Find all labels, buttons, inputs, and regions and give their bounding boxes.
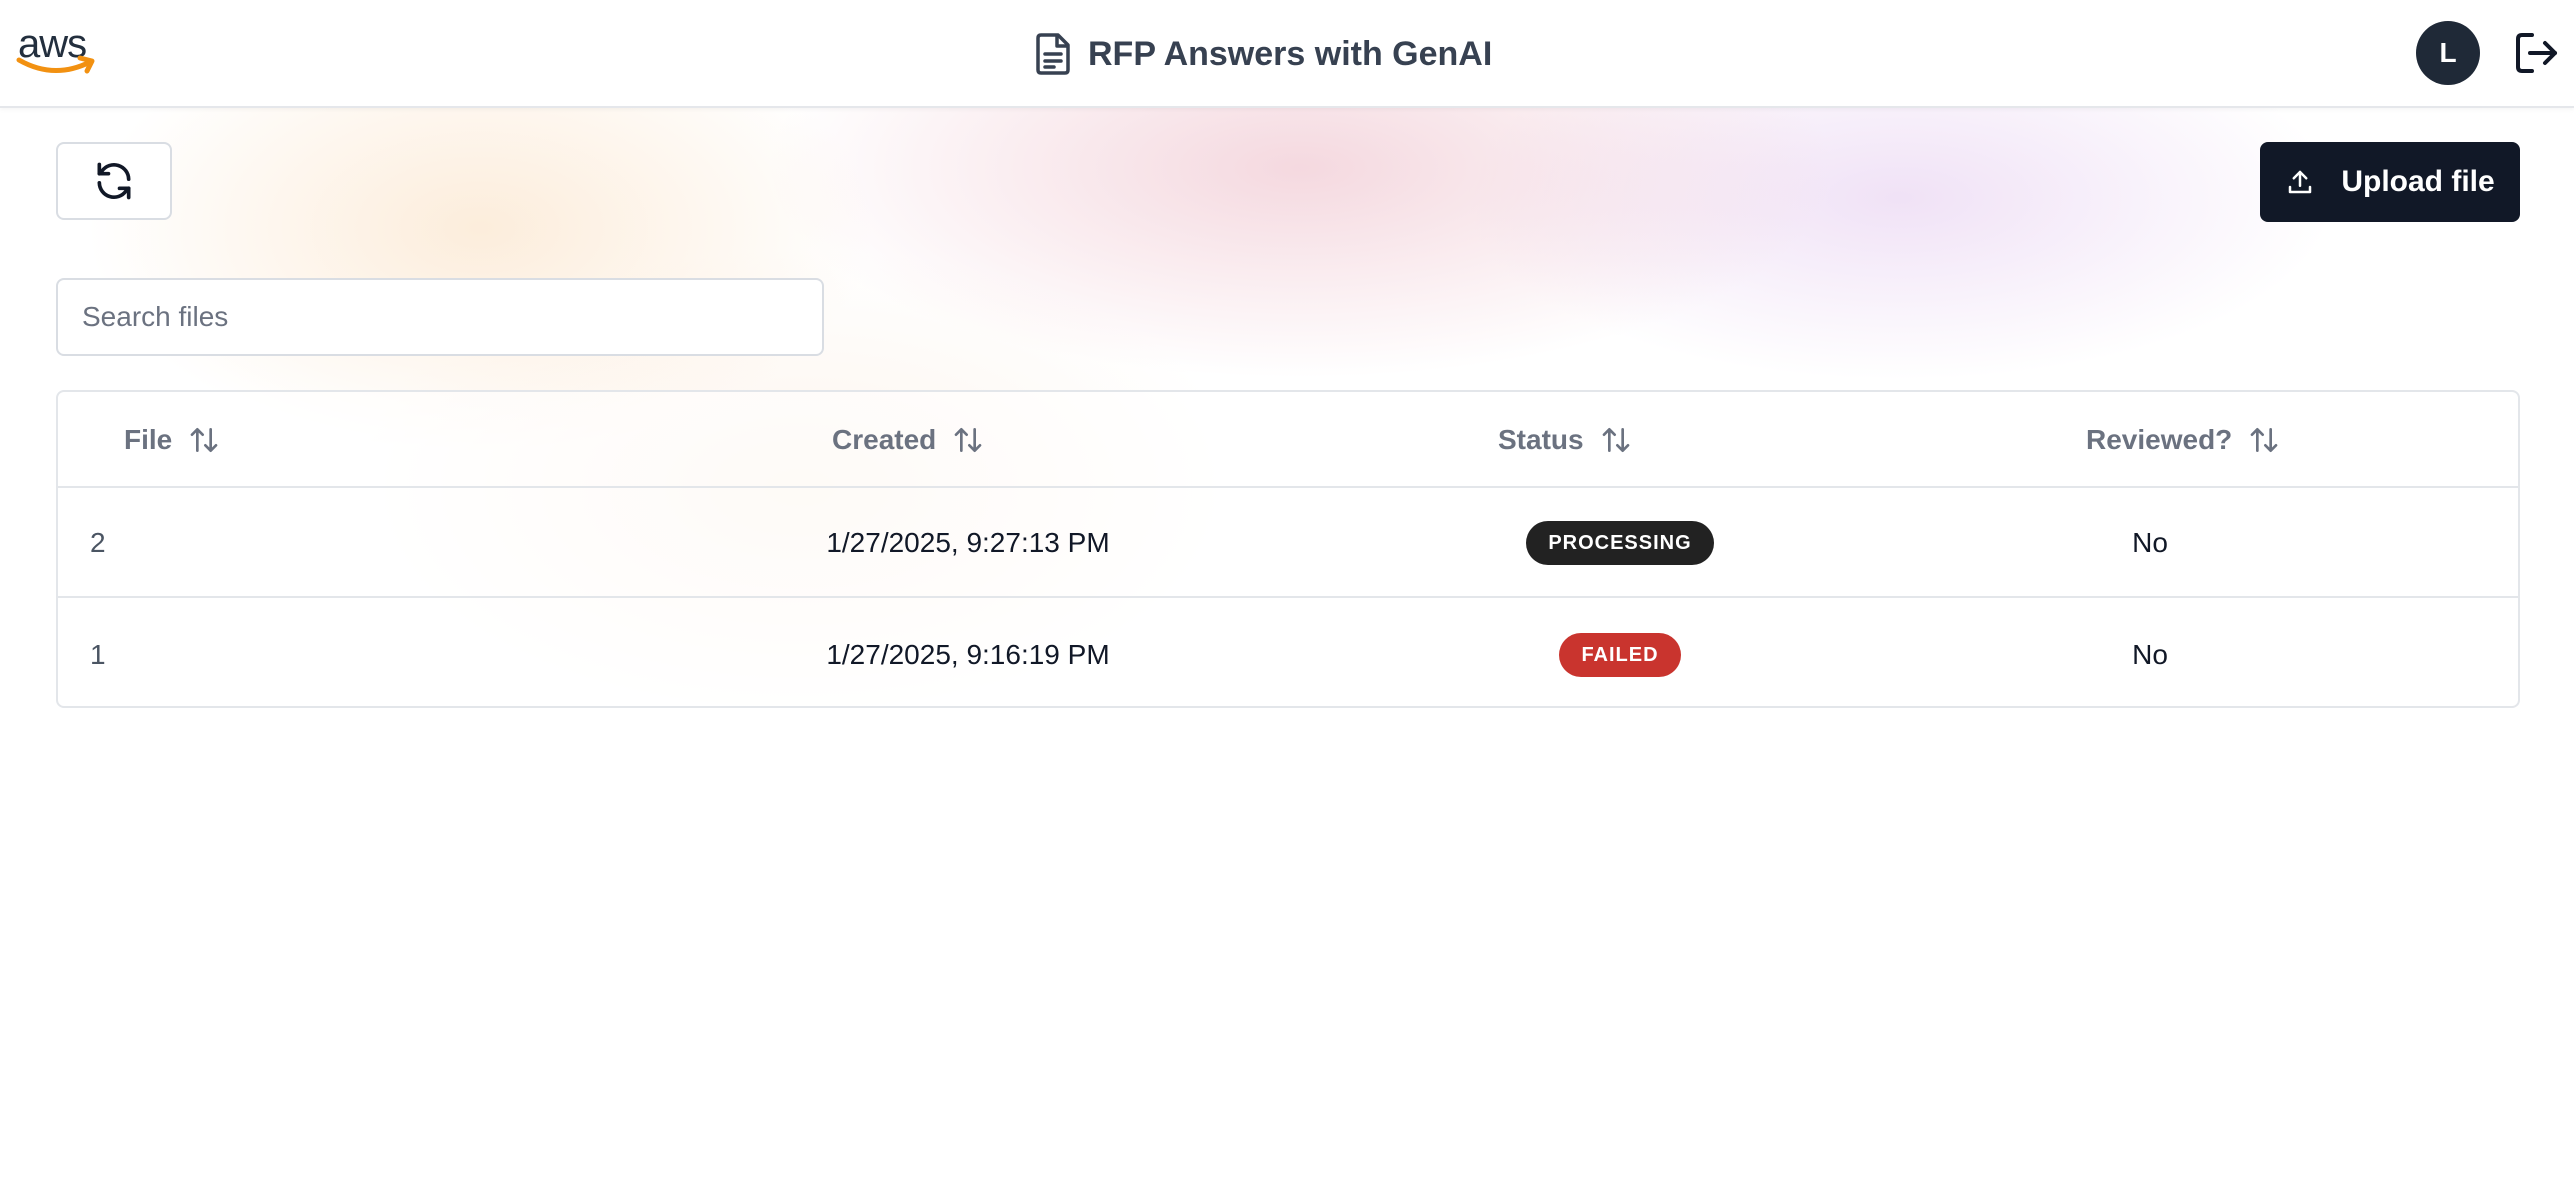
- page-title: RFP Answers with GenAI: [1088, 34, 1493, 73]
- aws-logo[interactable]: aws: [16, 20, 100, 80]
- status-badge: PROCESSING: [1526, 521, 1714, 565]
- search-files-input[interactable]: [56, 278, 824, 356]
- column-header-label: Created: [832, 424, 937, 455]
- status-badge: FAILED: [1559, 633, 1681, 677]
- files-table: File Created Status Reviewed? 2 1/27/202…: [56, 390, 2520, 708]
- status-cell: FAILED: [1350, 600, 1890, 706]
- created-cell: 1/27/2025, 9:27:13 PM: [826, 527, 1110, 558]
- aws-smile-icon: [16, 55, 95, 74]
- column-header-reviewed[interactable]: Reviewed?: [2086, 392, 2280, 488]
- app-header: aws RFP Answers with GenAI L: [0, 0, 2574, 108]
- file-cell[interactable]: 1: [90, 600, 106, 706]
- refresh-icon: [97, 162, 131, 200]
- table-header: File Created Status Reviewed?: [58, 392, 2518, 488]
- user-avatar[interactable]: L: [2416, 21, 2480, 85]
- status-cell: PROCESSING: [1350, 488, 1890, 598]
- document-icon: [1036, 33, 1070, 75]
- column-header-created[interactable]: Created: [832, 392, 984, 488]
- reviewed-cell: No: [2132, 527, 2168, 558]
- column-header-label: Reviewed?: [2086, 424, 2233, 455]
- column-header-label: File: [124, 424, 173, 455]
- reviewed-cell: No: [2132, 639, 2168, 670]
- sort-icon: [954, 428, 982, 452]
- logout-icon: [2516, 33, 2557, 73]
- sort-icon: [190, 428, 218, 452]
- column-header-status[interactable]: Status: [1498, 392, 1632, 488]
- refresh-button[interactable]: [56, 142, 172, 220]
- table-row[interactable]: 1 1/27/2025, 9:16:19 PM FAILED No: [58, 600, 2518, 706]
- upload-file-button[interactable]: Upload file: [2260, 142, 2520, 222]
- table-row[interactable]: 2 1/27/2025, 9:27:13 PM PROCESSING No: [58, 488, 2518, 598]
- sort-icon: [2250, 428, 2278, 452]
- upload-icon: [2289, 170, 2312, 194]
- sort-icon: [1602, 428, 1629, 452]
- app-title-group: RFP Answers with GenAI: [1034, 26, 1492, 82]
- logout-button[interactable]: [2512, 28, 2562, 78]
- file-cell[interactable]: 2: [90, 488, 106, 598]
- column-header-label: Status: [1498, 424, 1584, 455]
- created-cell: 1/27/2025, 9:16:19 PM: [826, 639, 1110, 670]
- upload-file-label: Upload file: [2341, 165, 2495, 198]
- column-header-file[interactable]: File: [124, 392, 220, 488]
